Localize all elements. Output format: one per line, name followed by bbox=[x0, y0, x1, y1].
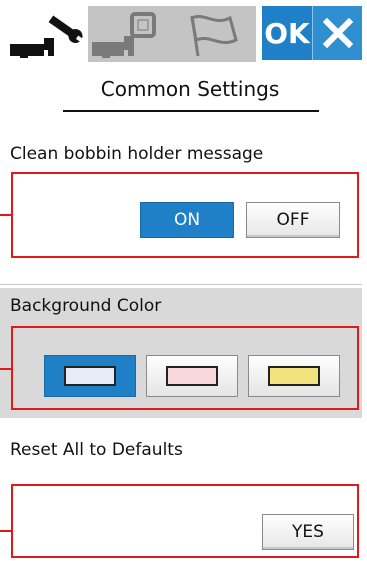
tab-flag[interactable] bbox=[174, 6, 256, 62]
tab-settings[interactable] bbox=[6, 6, 88, 62]
flag-icon bbox=[190, 15, 238, 57]
tab-embroidery[interactable] bbox=[88, 6, 174, 62]
reset-annotation-leader bbox=[0, 530, 12, 532]
close-button[interactable] bbox=[312, 6, 362, 60]
tab-bar: OK bbox=[0, 0, 367, 62]
background-color-label: Background Color bbox=[10, 296, 162, 316]
color-swatch bbox=[166, 366, 218, 386]
wrench-sewing-machine-icon bbox=[10, 15, 84, 58]
background-color-option-yellow[interactable] bbox=[248, 355, 340, 397]
ok-button[interactable]: OK bbox=[262, 6, 312, 60]
on-button[interactable]: ON bbox=[140, 202, 234, 238]
bobbin-message-label: Clean bobbin holder message bbox=[10, 144, 264, 164]
color-swatch bbox=[64, 366, 116, 386]
title-underline bbox=[63, 110, 319, 112]
off-button[interactable]: OFF bbox=[246, 202, 340, 238]
embroidery-machine-icon bbox=[92, 12, 156, 58]
yes-button[interactable]: YES bbox=[262, 514, 354, 550]
close-icon bbox=[322, 18, 353, 48]
background-color-option-pink[interactable] bbox=[146, 355, 238, 397]
page-title: Common Settings bbox=[100, 77, 280, 101]
color-swatch bbox=[268, 366, 320, 386]
background-color-option-white[interactable] bbox=[44, 355, 136, 397]
reset-defaults-label: Reset All to Defaults bbox=[10, 440, 183, 460]
bobbin-annotation-leader bbox=[0, 214, 12, 216]
background-annotation-leader bbox=[0, 368, 12, 370]
section-divider bbox=[0, 284, 362, 285]
